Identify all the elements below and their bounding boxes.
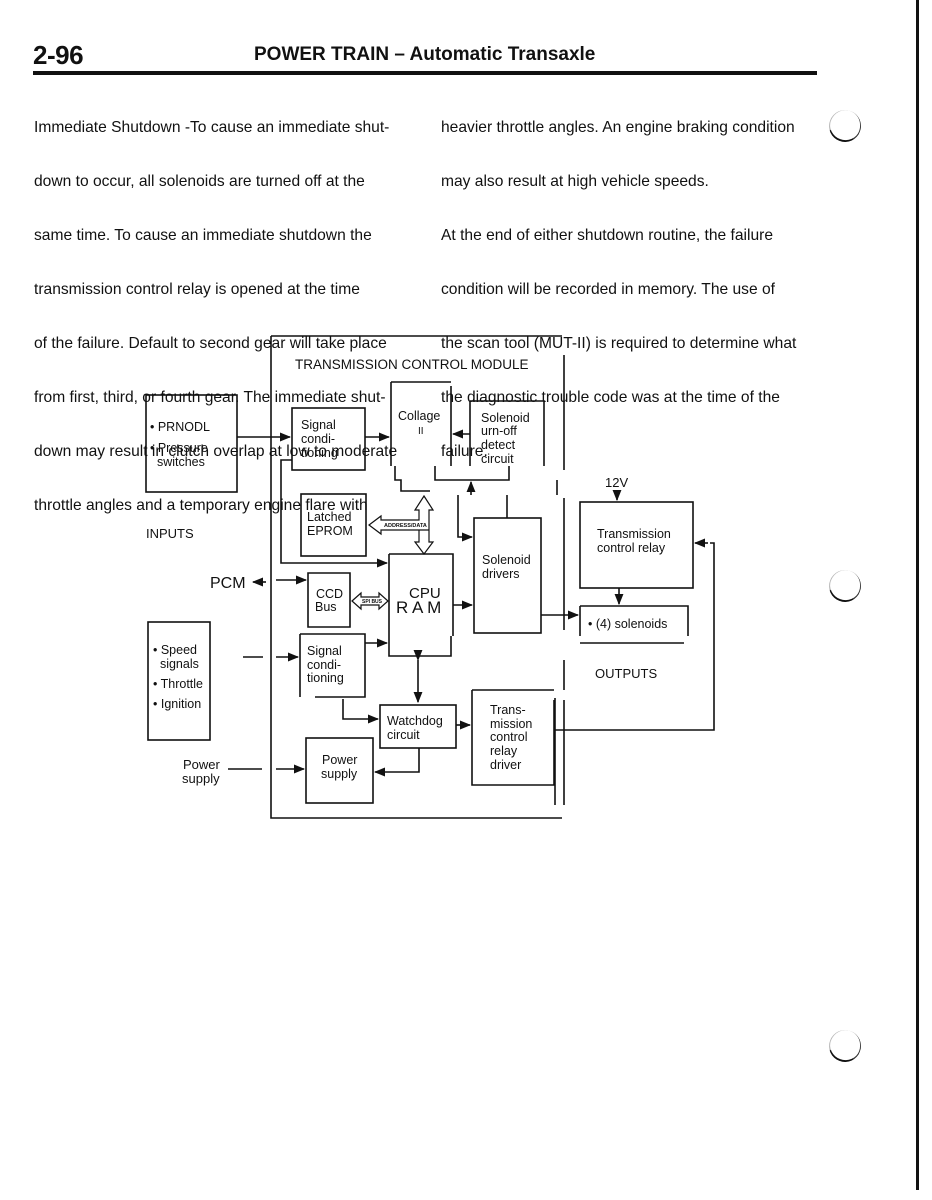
drivers-l2: drivers — [482, 567, 520, 581]
input-signals: signals — [153, 657, 199, 671]
driver-l5: driver — [490, 758, 521, 772]
input-prnodl: • PRNODL — [150, 420, 210, 434]
12v-label: 12V — [605, 475, 628, 490]
input-ignition: • Ignition — [153, 697, 201, 711]
power-in-label-1: Power — [183, 757, 221, 772]
tcm-border-right — [554, 355, 565, 805]
collage-l2: II — [418, 426, 424, 437]
signal1-l2: condi- — [301, 432, 335, 446]
signal1-l3: tioning — [301, 446, 338, 460]
collage-l1: Collage — [398, 409, 440, 423]
power-in-label-2: supply — [182, 771, 220, 786]
driver-l3: control — [490, 730, 528, 744]
signal2-l1: Signal — [307, 644, 342, 658]
outputs-label: OUTPUTS — [595, 666, 657, 681]
collage-down-line — [394, 466, 430, 492]
detect-l3: detect — [481, 438, 516, 452]
to-solenoid-drivers-arrow — [457, 495, 474, 542]
driver-l4: relay — [490, 744, 518, 758]
input-speed: • Speed — [153, 643, 197, 657]
power-l2: supply — [321, 767, 358, 781]
input-box-2-text: • Speed signals • Throttle • Ignition — [153, 643, 203, 711]
signal2-to-watchdog-arrow — [342, 699, 380, 724]
watchdog-l1: Watchdog — [387, 714, 443, 728]
address-data-label: ADDRESS/DATA — [384, 523, 427, 529]
driver-l1: Trans- — [490, 703, 526, 717]
module-title: TRANSMISSION CONTROL MODULE — [295, 357, 529, 372]
power-l1: Power — [322, 753, 357, 767]
eprom-l1: Latched — [307, 510, 352, 524]
signal1-l1: Signal — [301, 418, 336, 432]
spi-bus-label: SPI BUS — [362, 599, 383, 605]
collage-box — [390, 381, 452, 466]
inputs-label: INPUTS — [146, 526, 194, 541]
driver-l2: mission — [490, 717, 532, 731]
detect-l4: circuit — [481, 452, 514, 466]
driver-to-relay-line — [554, 542, 715, 731]
detect-l2: urn-off — [481, 424, 517, 438]
drivers-l1: Solenoid — [482, 553, 531, 567]
relay-l1: Transmission — [597, 527, 671, 541]
pcm-label: PCM — [210, 575, 246, 592]
input-throttle: • Throttle — [153, 677, 203, 691]
cpu-l2: R A M — [396, 598, 441, 617]
ccd-l1: CCD — [316, 587, 343, 601]
input-switches: switches — [150, 455, 205, 469]
eprom-l2: EPROM — [307, 524, 353, 538]
watchdog-to-power-arrow — [373, 748, 420, 777]
signal2-l2: condi- — [307, 658, 341, 672]
input-box-1-text: • PRNODL • Pressure switches — [150, 420, 210, 469]
input-pressure: • Pressure — [150, 441, 208, 455]
signal2-l3: tioning — [307, 671, 344, 685]
tcm-block-diagram: TRANSMISSION CONTROL MODULE INPUTS OUTPU… — [145, 335, 715, 819]
relay-l2: control relay — [597, 541, 666, 555]
solenoids-label: • (4) solenoids — [588, 617, 667, 631]
ccd-l2: Bus — [315, 600, 337, 614]
detect-bracket-line — [434, 466, 510, 481]
watchdog-l2: circuit — [387, 728, 420, 742]
detect-l1: Solenoid — [481, 411, 530, 425]
